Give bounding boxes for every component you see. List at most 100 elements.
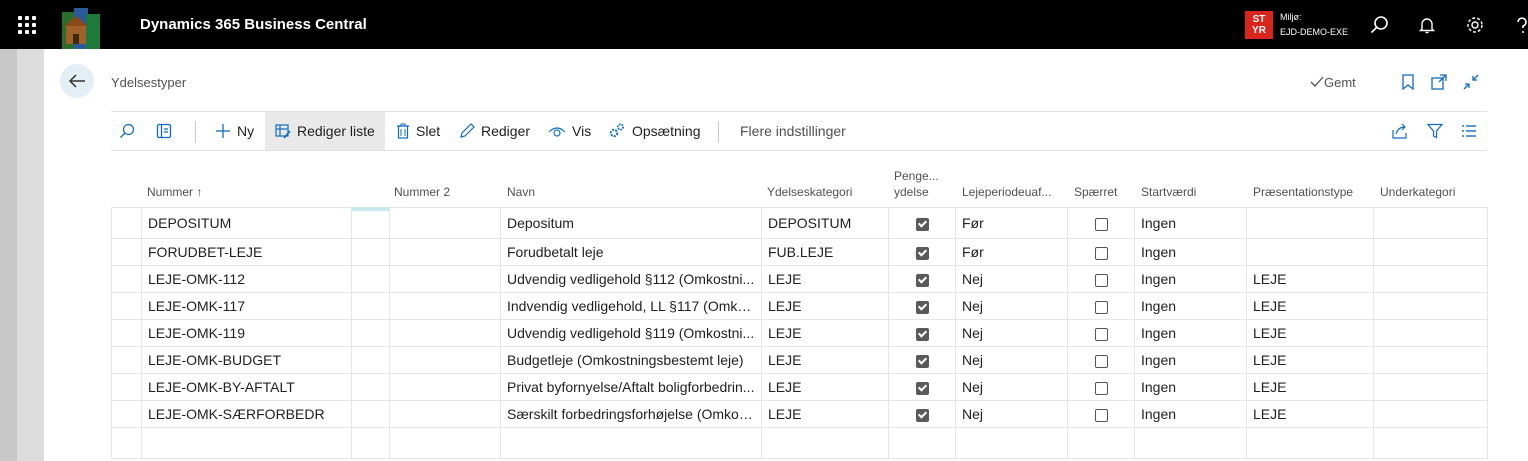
cell-spaerret[interactable]: [1067, 292, 1135, 320]
cell-lejeperiode[interactable]: Nej: [955, 265, 1068, 293]
table-row[interactable]: LEJE-OMK-BUDGET Budgetleje (Omkostningsbe…: [111, 346, 1488, 374]
open-new-window-icon[interactable]: [1431, 74, 1447, 90]
cell-startvaerdi[interactable]: Ingen: [1134, 292, 1247, 320]
list-view-icon[interactable]: [1461, 124, 1477, 138]
cell-underkategori[interactable]: [1373, 373, 1488, 401]
cell-spacer[interactable]: [351, 265, 390, 293]
checkbox-checked[interactable]: [915, 217, 929, 231]
cell-ydelseskategori[interactable]: LEJE: [761, 319, 889, 347]
gear-icon[interactable]: [1465, 15, 1485, 35]
share-icon[interactable]: [1392, 123, 1408, 139]
table-row[interactable]: FORUDBET-LEJE Forudbetalt leje FUB.LEJE Før…: [111, 238, 1488, 266]
cell-lejeperiode[interactable]: Før: [955, 207, 1068, 239]
cell-underkategori[interactable]: [1373, 292, 1488, 320]
cell-ydelseskategori[interactable]: LEJE: [761, 400, 889, 428]
col-header-praesentationstype[interactable]: Præsentationstype: [1253, 185, 1353, 199]
checkbox-checked[interactable]: [915, 408, 929, 422]
cell-praesentationstype[interactable]: LEJE: [1246, 319, 1374, 347]
cell-ydelseskategori[interactable]: LEJE: [761, 265, 889, 293]
cell-nummer[interactable]: LEJE-OMK-BUDGET: [141, 346, 352, 374]
delete-button[interactable]: Slet: [396, 112, 440, 150]
cell-lejeperiode[interactable]: Nej: [955, 319, 1068, 347]
search-icon[interactable]: [1370, 15, 1390, 35]
cell-pengeydelse[interactable]: [888, 400, 956, 428]
new-button[interactable]: Ny: [215, 112, 254, 150]
cell-startvaerdi[interactable]: Ingen: [1134, 319, 1247, 347]
cell-nummer2[interactable]: [389, 292, 501, 320]
cell-navn[interactable]: Særskilt forbedringsforhøjelse (Omkost..…: [500, 400, 762, 428]
col-header-spaerret[interactable]: Spærret: [1074, 185, 1117, 199]
cell-spaerret[interactable]: [1067, 319, 1135, 347]
table-row[interactable]: LEJE-OMK-117 Indvendig vedligehold, LL §1…: [111, 292, 1488, 320]
cell-nummer[interactable]: LEJE-OMK-117: [141, 292, 352, 320]
cell-underkategori[interactable]: [1373, 207, 1488, 239]
cell-navn[interactable]: Budgetleje (Omkostningsbestemt leje): [500, 346, 762, 374]
cell-ydelseskategori[interactable]: LEJE: [761, 292, 889, 320]
cell-spaerret[interactable]: [1067, 265, 1135, 293]
cell-startvaerdi[interactable]: Ingen: [1134, 400, 1247, 428]
cell-spacer[interactable]: [351, 207, 390, 239]
table-row[interactable]: LEJE-OMK-SÆRFORBEDR Særskilt forbedringsf…: [111, 400, 1488, 428]
help-icon[interactable]: [1512, 15, 1528, 35]
cell-spaerret[interactable]: [1067, 400, 1135, 428]
cell-navn[interactable]: Udvendig vedligehold §112 (Omkostni...: [500, 265, 762, 293]
checkbox-unchecked[interactable]: [1094, 354, 1108, 368]
cell-spacer[interactable]: [351, 373, 390, 401]
cell-praesentationstype[interactable]: [1246, 238, 1374, 266]
cell-spaerret[interactable]: [1067, 346, 1135, 374]
cell-nummer2[interactable]: [389, 346, 501, 374]
checkbox-unchecked[interactable]: [1094, 408, 1108, 422]
checkbox-unchecked[interactable]: [1094, 300, 1108, 314]
cell-pengeydelse[interactable]: [888, 238, 956, 266]
view-button[interactable]: Vis: [548, 112, 591, 150]
cell-nummer2[interactable]: [389, 319, 501, 347]
cell-startvaerdi[interactable]: Ingen: [1134, 373, 1247, 401]
checkbox-unchecked[interactable]: [1094, 273, 1108, 287]
edit-button[interactable]: Rediger: [459, 112, 530, 150]
table-row[interactable]: DEPOSITUM Depositum DEPOSITUM Før Ingen: [111, 207, 1488, 239]
cell-nummer[interactable]: LEJE-OMK-SÆRFORBEDR: [141, 400, 352, 428]
row-selector[interactable]: [111, 319, 142, 347]
cell-startvaerdi[interactable]: Ingen: [1134, 207, 1247, 239]
cell-spaerret[interactable]: [1067, 373, 1135, 401]
cell-nummer2[interactable]: [389, 238, 501, 266]
cell-pengeydelse[interactable]: [888, 207, 956, 239]
cell-nummer[interactable]: FORUDBET-LEJE: [141, 238, 352, 266]
cell-navn[interactable]: Indvendig vedligehold, LL §117 (Omk. l..…: [500, 292, 762, 320]
checkbox-unchecked[interactable]: [1094, 217, 1108, 231]
cell-nummer2[interactable]: [389, 373, 501, 401]
search-icon[interactable]: [119, 123, 135, 139]
row-selector[interactable]: [111, 265, 142, 293]
cell-spaerret[interactable]: [1067, 207, 1135, 239]
checkbox-checked[interactable]: [915, 327, 929, 341]
bell-icon[interactable]: [1417, 15, 1437, 35]
cell-spacer[interactable]: [351, 400, 390, 428]
checkbox-checked[interactable]: [915, 273, 929, 287]
row-selector[interactable]: [111, 207, 142, 239]
cell-praesentationstype[interactable]: LEJE: [1246, 346, 1374, 374]
cell-lejeperiode[interactable]: Nej: [955, 346, 1068, 374]
cell-startvaerdi[interactable]: Ingen: [1134, 238, 1247, 266]
cell-praesentationstype[interactable]: LEJE: [1246, 292, 1374, 320]
table-row[interactable]: LEJE-OMK-BY-AFTALT Privat byfornyelse/Aft…: [111, 373, 1488, 401]
row-selector[interactable]: [111, 346, 142, 374]
more-options-button[interactable]: Flere indstillinger: [740, 112, 846, 150]
checkbox-unchecked[interactable]: [1094, 327, 1108, 341]
col-header-navn[interactable]: Navn: [507, 185, 535, 199]
cell-ydelseskategori[interactable]: FUB.LEJE: [761, 238, 889, 266]
cell-navn[interactable]: Privat byfornyelse/Aftalt boligforbedrin…: [500, 373, 762, 401]
cell-lejeperiode[interactable]: Nej: [955, 292, 1068, 320]
col-header-startvaerdi[interactable]: Startværdi: [1141, 185, 1196, 199]
checkbox-unchecked[interactable]: [1094, 381, 1108, 395]
cell-pengeydelse[interactable]: [888, 292, 956, 320]
cell-underkategori[interactable]: [1373, 400, 1488, 428]
cell-nummer2[interactable]: [389, 400, 501, 428]
filter-icon[interactable]: [1427, 123, 1443, 139]
cell-underkategori[interactable]: [1373, 346, 1488, 374]
col-header-lejeperiode[interactable]: Lejeperiodeuaf...: [962, 185, 1051, 199]
cell-nummer[interactable]: LEJE-OMK-BY-AFTALT: [141, 373, 352, 401]
cell-praesentationstype[interactable]: LEJE: [1246, 265, 1374, 293]
bookmark-icon[interactable]: [1400, 74, 1416, 90]
row-selector[interactable]: [111, 400, 142, 428]
cell-spacer[interactable]: [351, 319, 390, 347]
